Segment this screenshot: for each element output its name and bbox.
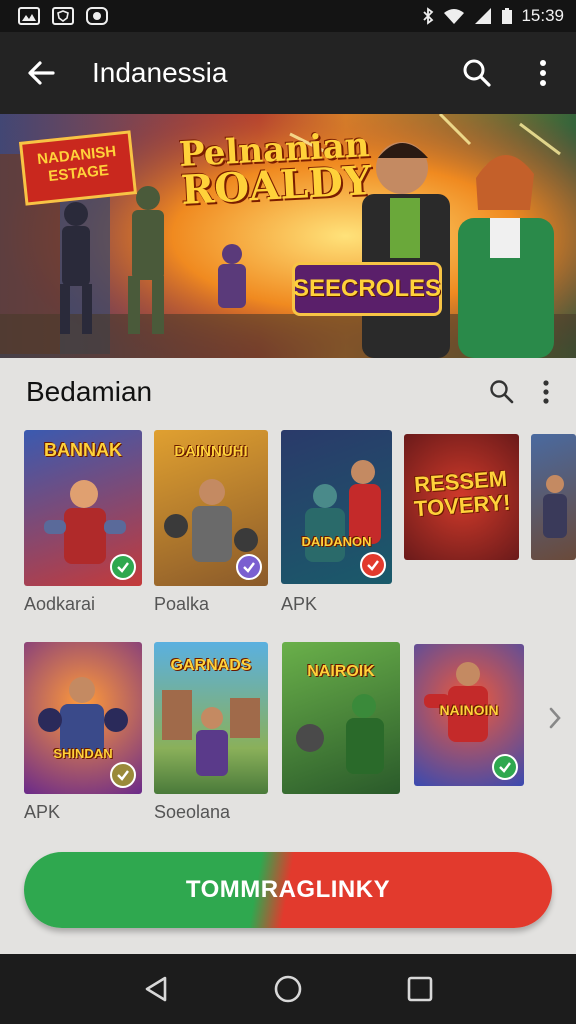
hero-tag: SEECROLES	[292, 262, 442, 316]
nav-back-button[interactable]	[126, 959, 186, 1019]
back-button[interactable]	[0, 32, 82, 114]
page-title: Indanessia	[92, 57, 228, 88]
search-icon	[463, 59, 491, 87]
app-bar: Indanessia	[0, 32, 576, 114]
card-logo: GARNADS	[170, 657, 252, 674]
checkmark-icon	[117, 770, 129, 781]
section-search-button[interactable]	[480, 358, 524, 426]
card-logo: BANNAK	[44, 440, 122, 460]
hero-title: Pelnanian ROALDY	[178, 125, 373, 214]
nav-recents-button[interactable]	[390, 959, 450, 1019]
status-time: 15:39	[521, 6, 564, 25]
check-badge	[360, 552, 386, 578]
chat-icon	[86, 7, 108, 25]
card-caption: APK	[24, 802, 61, 822]
checkmark-icon	[117, 562, 129, 573]
gallery-icon	[18, 7, 40, 25]
card-caption: Soeolana	[154, 802, 231, 822]
check-badge	[492, 754, 518, 780]
shield-icon	[52, 7, 74, 25]
game-card[interactable]: DAIDANON	[281, 430, 392, 584]
card-caption: Poalka	[154, 594, 210, 614]
checkmark-icon	[499, 762, 511, 773]
card-logo: SHINDAN	[53, 746, 113, 761]
game-card[interactable]	[531, 434, 576, 560]
game-card[interactable]: DAINNUHI	[154, 430, 268, 586]
checkmark-icon	[367, 560, 379, 571]
battery-icon	[501, 7, 513, 25]
scroll-right-button[interactable]	[540, 703, 570, 733]
game-card[interactable]: SHINDAN	[24, 642, 142, 794]
checkmark-icon	[243, 562, 255, 573]
more-options-button[interactable]	[510, 32, 576, 114]
content-area: Bedamian BANNAK Aodkarai DAINNUHI Poalka…	[0, 358, 576, 954]
check-badge	[236, 554, 262, 580]
hero-title-line2: ROALDY	[179, 157, 373, 214]
game-card[interactable]: BANNAK	[24, 430, 142, 586]
game-card[interactable]: GARNADS	[154, 642, 268, 794]
arrow-left-icon	[28, 61, 55, 85]
hero-banner[interactable]: NADANISH ESTAGE Pelnanian ROALDY SEECROL…	[0, 114, 576, 358]
status-bar: 15:39	[0, 0, 576, 32]
search-button[interactable]	[444, 32, 510, 114]
card-logo: NAIROIK	[307, 663, 375, 680]
navigation-bar	[0, 954, 576, 1024]
hero-badge: NADANISH ESTAGE	[18, 130, 138, 206]
signal-icon	[473, 7, 493, 25]
section-more-button[interactable]	[524, 358, 568, 426]
nav-recents-icon	[407, 976, 433, 1002]
game-art	[543, 475, 567, 538]
install-button[interactable]: TOMMRAGLINKY	[24, 852, 552, 928]
more-vertical-icon	[540, 60, 546, 86]
wifi-icon	[443, 7, 465, 25]
card-logo: DAINNUHI	[174, 443, 248, 460]
section-title: Bedamian	[26, 376, 153, 407]
card-logo: RESSEM TOVERY!	[413, 465, 512, 522]
card-logo: NAINOIN	[439, 702, 499, 718]
card-caption: Aodkarai	[24, 594, 96, 614]
game-card[interactable]: RESSEM TOVERY!	[404, 434, 519, 560]
search-icon	[490, 380, 514, 404]
check-badge	[110, 762, 136, 788]
bluetooth-icon	[421, 7, 435, 25]
game-card[interactable]: NAIROIK	[282, 642, 400, 794]
nav-back-icon	[145, 976, 167, 1002]
check-badge	[110, 554, 136, 580]
game-card[interactable]: NAINOIN	[414, 644, 524, 786]
card-caption: APK	[281, 594, 318, 614]
nav-home-icon	[274, 975, 302, 1003]
more-vertical-icon	[543, 380, 549, 404]
chevron-right-icon	[549, 707, 561, 729]
card-logo: DAIDANON	[301, 534, 372, 549]
section-header: Bedamian	[0, 358, 576, 426]
nav-home-button[interactable]	[258, 959, 318, 1019]
